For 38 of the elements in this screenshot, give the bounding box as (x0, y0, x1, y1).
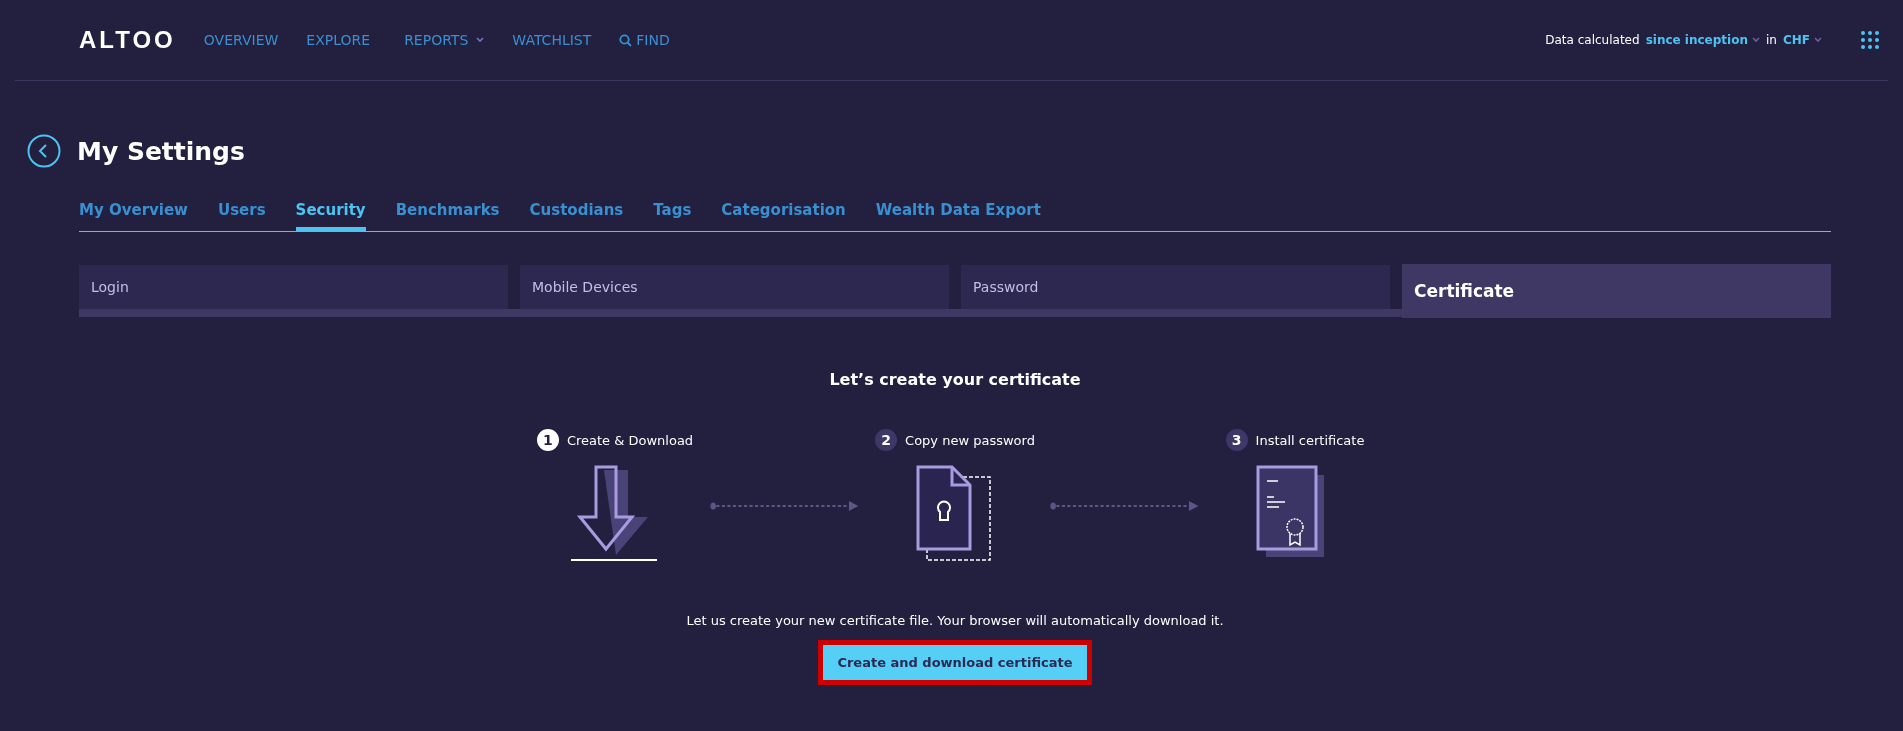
search-icon (619, 33, 633, 47)
caret-icon (476, 37, 485, 43)
nav-link[interactable]: WATCHLIST (512, 32, 592, 48)
caret-icon (1752, 37, 1760, 43)
nav-link[interactable]: EXPLORE (306, 32, 371, 48)
create-certificate-button[interactable]: Create and download certificate (823, 645, 1087, 680)
brand-logo[interactable]: ALTOO (79, 26, 176, 54)
back-icon[interactable] (27, 134, 61, 168)
period-dropdown[interactable]: since inception (1645, 33, 1760, 47)
currency-dropdown[interactable]: CHF (1782, 33, 1822, 47)
security-subtab[interactable]: Login (79, 265, 508, 309)
security-subtab[interactable]: Password (961, 265, 1390, 309)
step-label: Create & Download (566, 432, 694, 448)
nav-link[interactable]: FIND (619, 32, 670, 48)
settings-tab[interactable]: My Overview (79, 187, 188, 232)
step-number: 3 (1225, 429, 1248, 451)
in-label: in (1766, 33, 1777, 47)
page-title: My Settings (77, 136, 245, 166)
security-subtab[interactable]: Certificate (1402, 264, 1831, 318)
caret-icon (1814, 37, 1822, 43)
step-number: 2 (875, 429, 898, 451)
settings-tab[interactable]: Benchmarks (395, 187, 500, 232)
settings-tab[interactable]: Wealth Data Export (875, 187, 1041, 232)
nav-link[interactable]: REPORTS (404, 32, 485, 48)
nav-link[interactable]: OVERVIEW (203, 32, 279, 48)
data-calculated-label: Data calculated (1545, 33, 1640, 47)
step-label: Install certificate (1255, 432, 1365, 448)
security-subtab[interactable]: Mobile Devices (520, 265, 949, 309)
step-label: Copy new password (905, 432, 1035, 448)
settings-tab[interactable]: Security (295, 187, 366, 232)
section-heading: Let’s create your certificate (828, 370, 1082, 389)
settings-tab[interactable]: Categorisation (721, 187, 846, 232)
step-number: 1 (536, 429, 559, 451)
settings-tab[interactable]: Tags (653, 187, 692, 232)
settings-tab[interactable]: Custodians (529, 187, 624, 232)
settings-tab[interactable]: Users (218, 187, 266, 232)
description-text: Let us create your new certificate file. Your browser will automatically download it. (685, 613, 1225, 628)
apps-grid-icon[interactable] (1860, 30, 1880, 50)
